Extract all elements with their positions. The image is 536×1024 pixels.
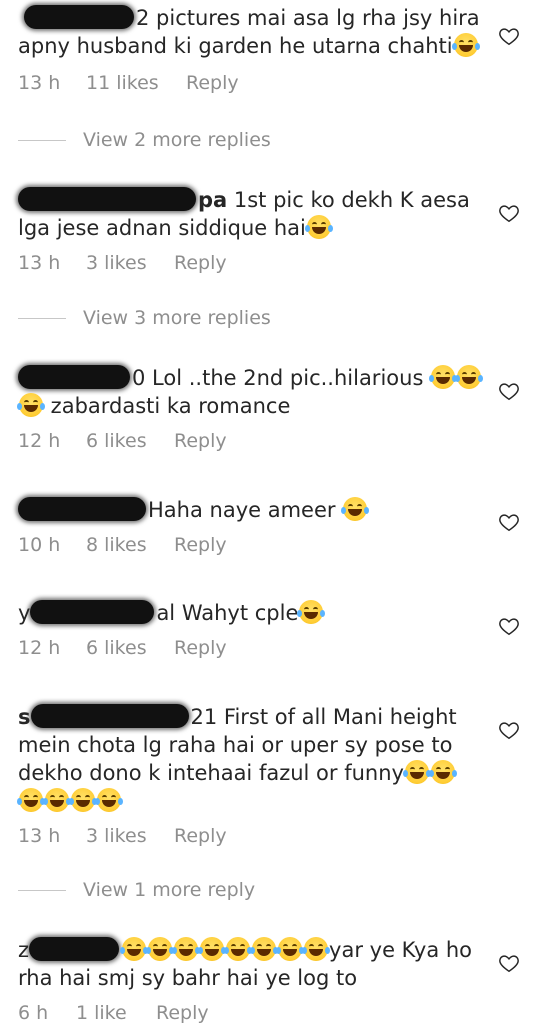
heart-outline-icon[interactable] [498, 719, 520, 741]
heart-outline-icon[interactable] [498, 202, 520, 224]
view-more-replies[interactable]: View 2 more replies [18, 129, 271, 151]
comment-meta: 13 h 3 likes Reply [18, 252, 488, 274]
view-more-replies[interactable]: View 3 more replies [18, 307, 271, 329]
comment-username[interactable]: y [18, 601, 30, 625]
comment-username[interactable]: s [18, 705, 31, 729]
reply-button[interactable]: Reply [156, 1002, 209, 1024]
laughing-emoji [17, 788, 45, 812]
comment-5: y al Wahyt cple 12 h 6 likes Reply [18, 599, 488, 659]
laughing-emoji [428, 760, 457, 784]
heart-outline-icon[interactable] [498, 380, 520, 402]
comment-likes[interactable]: 6 likes [86, 430, 174, 452]
comment-time: 13 h [18, 72, 61, 94]
laughing-emoji [250, 937, 279, 961]
laughing-emoji [95, 788, 123, 812]
laughing-emoji [302, 937, 331, 961]
view-more-replies[interactable]: View 1 more reply [18, 879, 255, 901]
reply-button[interactable]: Reply [174, 534, 227, 556]
comment-time: 6 h [18, 1002, 49, 1024]
comment-meta: 6 h 1 like Reply [18, 1002, 488, 1024]
comment-time: 13 h [18, 825, 61, 847]
laughing-emoji [341, 497, 370, 521]
comment-likes[interactable]: 11 likes [86, 72, 186, 94]
laughing-emoji [402, 760, 431, 784]
comment-username[interactable]: z [18, 938, 29, 962]
divider [18, 139, 66, 141]
comment-meta: 12 h 6 likes Reply [18, 637, 488, 659]
comment-time: 12 h [18, 430, 61, 452]
reply-button[interactable]: Reply [174, 825, 227, 847]
comment-likes[interactable]: 1 like [76, 1002, 156, 1024]
reply-button[interactable]: Reply [174, 430, 227, 452]
comment-7: z yar ye Kya ho rha hai smj sy bahr hai y… [18, 936, 488, 1024]
heart-outline-icon[interactable] [498, 25, 520, 47]
redacted-username [29, 937, 120, 961]
comment-meta: 13 h 11 likes Reply [18, 72, 488, 94]
redacted-username [18, 497, 146, 521]
redacted-username [30, 704, 189, 728]
laughing-emoji [297, 600, 326, 624]
comment-time: 10 h [18, 534, 61, 556]
comment-text: z yar ye Kya ho rha hai smj sy bahr hai y… [18, 937, 473, 990]
comment-4: Haha naye ameer 10 h 8 likes Reply [18, 496, 488, 556]
comment-username[interactable]: pa [198, 188, 227, 212]
comment-likes[interactable]: 3 likes [86, 825, 174, 847]
comment-6: s 21 First of all Mani height mein chota … [17, 703, 488, 847]
comment-3: 0 Lol ..the 2nd pic..hilarious zabardast… [17, 364, 488, 452]
laughing-emoji [172, 937, 201, 961]
redacted-username [24, 5, 134, 29]
comment-time: 12 h [18, 637, 61, 659]
heart-outline-icon[interactable] [498, 952, 520, 974]
laughing-emoji [304, 215, 333, 239]
heart-outline-icon[interactable] [498, 511, 520, 533]
comment-text: 2 pictures mai asa lg rha jsy hira apny … [18, 5, 480, 58]
laughing-emoji [17, 393, 45, 417]
comment-likes[interactable]: 8 likes [86, 534, 174, 556]
laughing-emoji [120, 937, 149, 961]
comment-1: 2 pictures mai asa lg rha jsy hira apny … [18, 4, 488, 94]
redacted-username [30, 600, 155, 624]
comment-likes[interactable]: 6 likes [86, 637, 174, 659]
laughing-emoji [146, 937, 175, 961]
laughing-emoji [69, 788, 97, 812]
comment-text: Haha naye ameer [18, 496, 488, 524]
redacted-username [18, 365, 130, 389]
laughing-emoji [455, 365, 484, 389]
comment-meta: 13 h 3 likes Reply [18, 825, 488, 847]
laughing-emoji [276, 937, 305, 961]
reply-button[interactable]: Reply [174, 637, 227, 659]
redacted-username [18, 187, 196, 211]
comment-time: 13 h [18, 252, 61, 274]
comment-2: pa 1st pic ko dekh K aesa lga jese adnan… [18, 186, 488, 274]
comment-text: s 21 First of all Mani height mein chota … [17, 703, 488, 815]
comment-username[interactable]: 0 [132, 366, 145, 390]
laughing-emoji [198, 937, 227, 961]
reply-button[interactable]: Reply [174, 252, 227, 274]
comment-text: pa 1st pic ko dekh K aesa lga jese adnan… [18, 187, 470, 240]
heart-outline-icon[interactable] [498, 615, 520, 637]
laughing-emoji [224, 937, 253, 961]
reply-button[interactable]: Reply [186, 72, 239, 94]
comment-meta: 12 h 6 likes Reply [18, 430, 488, 452]
comment-text: y al Wahyt cple [18, 599, 488, 627]
laughing-emoji [451, 33, 480, 57]
comment-text: 0 Lol ..the 2nd pic..hilarious zabardast… [17, 364, 488, 420]
comment-meta: 10 h 8 likes Reply [18, 534, 488, 556]
laughing-emoji [43, 788, 71, 812]
divider [18, 889, 66, 891]
divider [18, 317, 66, 319]
laughing-emoji [429, 365, 458, 389]
comment-likes[interactable]: 3 likes [86, 252, 174, 274]
